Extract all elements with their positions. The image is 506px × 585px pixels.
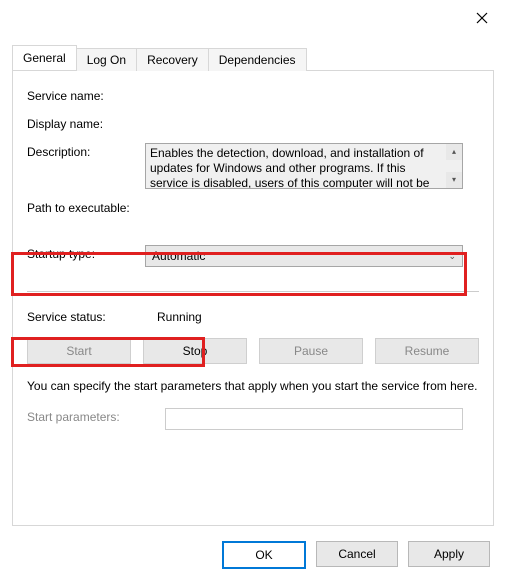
chevron-down-icon: ▾: [452, 175, 456, 185]
service-properties-dialog: General Log On Recovery Dependencies Ser…: [0, 0, 506, 585]
button-label: Resume: [405, 344, 450, 358]
service-status-value: Running: [157, 310, 202, 324]
service-status-label: Service status:: [27, 310, 157, 324]
cancel-button[interactable]: Cancel: [316, 541, 398, 567]
tab-general[interactable]: General: [12, 45, 77, 70]
button-label: Start: [66, 344, 91, 358]
tab-label: General: [23, 51, 66, 65]
startup-type-label: Startup type:: [27, 245, 145, 261]
tab-label: Dependencies: [219, 53, 296, 67]
start-parameters-hint: You can specify the start parameters tha…: [27, 378, 479, 394]
start-parameters-input: [165, 408, 463, 430]
path-to-executable-label: Path to executable:: [27, 201, 130, 215]
ok-button[interactable]: OK: [222, 541, 306, 569]
start-parameters-label: Start parameters:: [27, 408, 165, 424]
startup-type-combo[interactable]: Automatic ⌄: [145, 245, 463, 267]
tab-label: Recovery: [147, 53, 198, 67]
description-label: Description:: [27, 143, 145, 159]
start-button: Start: [27, 338, 131, 364]
pause-button: Pause: [259, 338, 363, 364]
tab-strip: General Log On Recovery Dependencies: [12, 46, 494, 71]
tab-dependencies[interactable]: Dependencies: [209, 48, 307, 71]
scroll-down-button[interactable]: ▾: [446, 172, 462, 188]
resume-button: Resume: [375, 338, 479, 364]
display-name-label: Display name:: [27, 115, 145, 131]
button-label: Stop: [183, 344, 208, 358]
tab-label: Log On: [87, 53, 126, 67]
tab-log-on[interactable]: Log On: [77, 48, 137, 71]
general-panel: Service name: Display name: Description:…: [12, 71, 494, 526]
button-label: Cancel: [338, 547, 375, 561]
button-label: OK: [255, 548, 272, 562]
close-icon: [476, 12, 488, 24]
tab-recovery[interactable]: Recovery: [137, 48, 209, 71]
description-box[interactable]: Enables the detection, download, and ins…: [145, 143, 463, 189]
description-text: Enables the detection, download, and ins…: [150, 146, 458, 189]
close-button[interactable]: [468, 6, 496, 30]
chevron-up-icon: ▴: [452, 147, 456, 157]
separator: [27, 291, 479, 292]
stop-button[interactable]: Stop: [143, 338, 247, 364]
apply-button[interactable]: Apply: [408, 541, 490, 567]
dialog-button-row: OK Cancel Apply: [222, 541, 490, 569]
startup-type-value: Automatic: [152, 249, 205, 263]
chevron-down-icon: ⌄: [448, 251, 456, 262]
service-name-label: Service name:: [27, 87, 145, 103]
scroll-up-button[interactable]: ▴: [446, 144, 462, 160]
button-label: Apply: [434, 547, 464, 561]
button-label: Pause: [294, 344, 328, 358]
